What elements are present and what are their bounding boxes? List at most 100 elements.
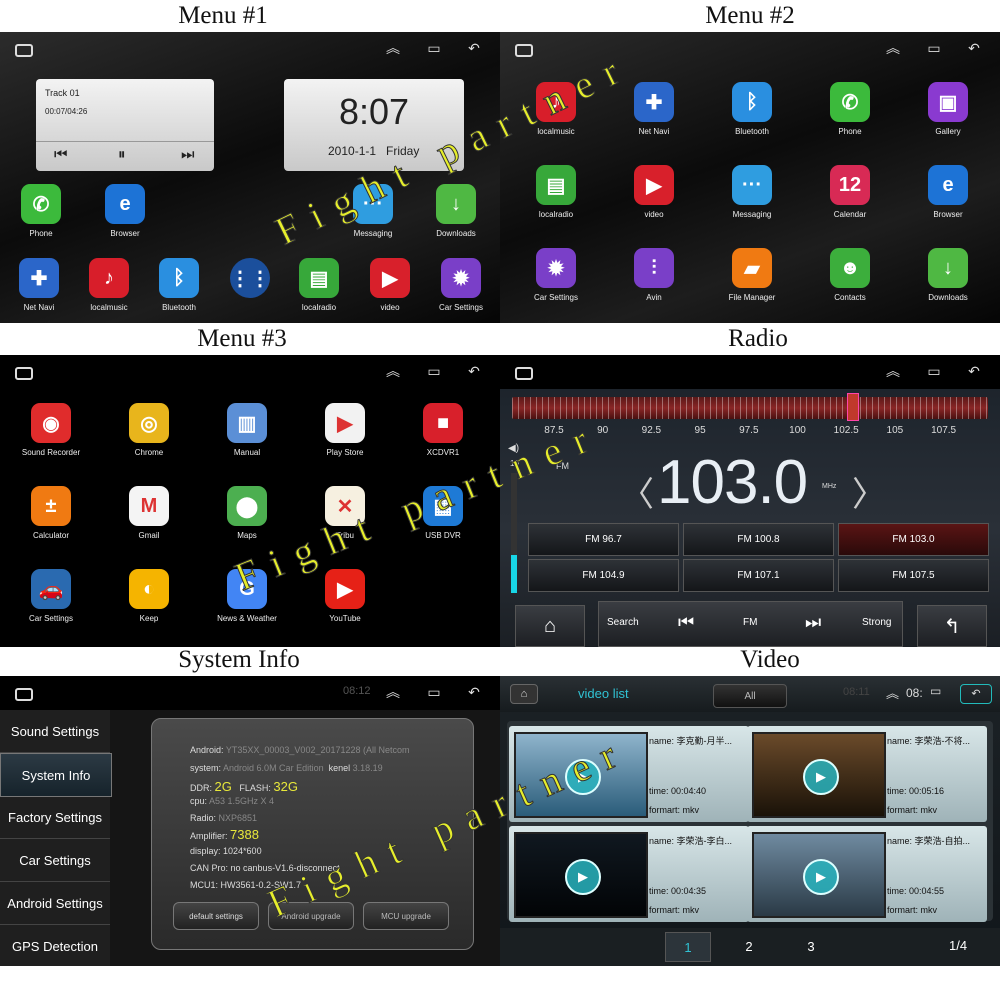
home-outline-icon[interactable] (15, 44, 33, 57)
app-play-store[interactable]: ▶ Play Store (310, 403, 380, 457)
home-outline-icon[interactable] (515, 367, 533, 380)
play-icon[interactable]: ▶ (803, 859, 839, 895)
mcu-upgrade-button[interactable]: MCU upgrade (363, 902, 449, 930)
play-icon[interactable]: ▶ (803, 759, 839, 795)
video-thumbnail[interactable]: ▶ (752, 832, 886, 918)
app-video[interactable]: ▶ video (619, 165, 689, 219)
preset-button[interactable]: FM 103.0 (838, 523, 989, 556)
chevron-up-icon[interactable]: ︽ (384, 40, 402, 56)
back-button[interactable]: ↰ (917, 605, 987, 647)
preset-button[interactable]: FM 100.8 (683, 523, 834, 556)
app-maps[interactable]: ⬤ Maps (212, 486, 282, 540)
app-sound-recorder[interactable]: ◉ Sound Recorder (16, 403, 86, 457)
recent-apps-icon[interactable]: ▭ (425, 40, 443, 56)
preset-button[interactable]: FM 107.1 (683, 559, 834, 592)
app-browser[interactable]: e Browser (90, 184, 160, 238)
default-settings-button[interactable]: default settings (173, 902, 259, 930)
app-localradio[interactable]: ▤ localradio (284, 258, 354, 312)
tuning-marker[interactable] (847, 393, 859, 421)
app-car-settings[interactable]: 🚗 Car Settings (16, 569, 86, 623)
filter-all-button[interactable]: All (713, 684, 787, 708)
app-car-settings[interactable]: ✹ Car Settings (426, 258, 496, 312)
seek-back-icon[interactable]: ⏮ (678, 612, 694, 633)
app-phone[interactable]: ✆ Phone (6, 184, 76, 238)
chevron-up-icon[interactable]: ︽ (384, 363, 402, 379)
app-contacts[interactable]: ☻ Contacts (815, 248, 885, 302)
video-list-item[interactable]: ▶ name: 李荣浩-李白... time: 00:04:35 formart: m… (509, 826, 749, 922)
home-outline-icon[interactable] (15, 367, 33, 380)
pause-icon[interactable]: ⏸ (118, 146, 126, 163)
app-bluetooth[interactable]: ᛒ Bluetooth (717, 82, 787, 136)
menu-item-system-info[interactable]: System Info (0, 753, 112, 797)
menu-item-car-settings[interactable]: Car Settings (0, 839, 110, 882)
app-file-manager[interactable]: ▰ File Manager (717, 248, 787, 302)
next-frequency-icon[interactable]: 〉 (852, 467, 886, 516)
preset-button[interactable]: FM 104.9 (528, 559, 679, 592)
app-xcdvr1[interactable]: ■ XCDVR1 (408, 403, 478, 457)
recent-apps-icon[interactable]: ▭ (925, 363, 943, 379)
menu-item-android-settings[interactable]: Android Settings (0, 882, 110, 925)
next-icon[interactable]: ⏭ (181, 146, 195, 163)
video-thumbnail[interactable]: ▶ (514, 832, 648, 918)
music-widget[interactable]: Track 01 00:07/04:26 ⏮ ⏸ ⏭ (36, 79, 214, 171)
app-manual[interactable]: ▥ Manual (212, 403, 282, 457)
app-localmusic[interactable]: ♪ localmusic (74, 258, 144, 312)
menu-item-factory-settings[interactable]: Factory Settings (0, 796, 110, 839)
app-browser[interactable]: e Browser (913, 165, 983, 219)
chevron-up-icon[interactable]: ︽ (384, 684, 402, 700)
video-list-item[interactable]: ▶ name: 李荣浩-自拍... time: 00:04:55 formart: m… (747, 826, 987, 922)
menu-item-gps-detection[interactable]: GPS Detection (0, 925, 110, 966)
app-video[interactable]: ▶ video (355, 258, 425, 312)
app-car-settings[interactable]: ✹ Car Settings (521, 248, 591, 302)
back-arrow-icon[interactable]: ↶ (465, 363, 483, 379)
page-button[interactable]: 3 (789, 932, 833, 960)
preset-button[interactable]: FM 96.7 (528, 523, 679, 556)
menu-item-sound-settings[interactable]: Sound Settings (0, 710, 110, 753)
back-arrow-icon[interactable]: ↶ (465, 40, 483, 56)
home-button[interactable]: ⌂ (515, 605, 585, 647)
app-downloads[interactable]: ↓ Downloads (421, 184, 491, 238)
app-phone[interactable]: ✆ Phone (815, 82, 885, 136)
strong-button[interactable]: Strong (862, 617, 891, 628)
app-messaging[interactable]: ··· Messaging (717, 165, 787, 219)
app-keep[interactable]: ◐ Keep (114, 569, 184, 623)
recent-apps-icon[interactable]: ▭ (930, 684, 941, 698)
seek-forward-icon[interactable]: ⏭ (805, 612, 821, 633)
home-outline-icon[interactable] (515, 44, 533, 57)
chevron-up-icon[interactable]: ︽ (884, 363, 902, 379)
back-arrow-icon[interactable]: ↶ (960, 684, 992, 704)
app-calculator[interactable]: ± Calculator (16, 486, 86, 540)
app-net-navi[interactable]: ✚ Net Navi (619, 82, 689, 136)
recent-apps-icon[interactable]: ▭ (925, 40, 943, 56)
video-list-item[interactable]: ▶ name: 李荣浩-不将... time: 00:05:16 formart: m… (747, 726, 987, 822)
prev-frequency-icon[interactable]: 〈 (620, 467, 654, 516)
chevron-up-icon[interactable]: ︽ (884, 40, 902, 56)
app-all-apps[interactable]: ⋮⋮ (215, 258, 285, 298)
recent-apps-icon[interactable]: ▭ (425, 684, 443, 700)
app-downloads[interactable]: ↓ Downloads (913, 248, 983, 302)
recent-apps-icon[interactable]: ▭ (425, 363, 443, 379)
app-avin[interactable]: ⫶ Avin (619, 248, 689, 302)
app-youtube[interactable]: ▶ YouTube (310, 569, 380, 623)
preset-button[interactable]: FM 107.5 (838, 559, 989, 592)
search-button[interactable]: Search (607, 617, 639, 628)
chevron-up-icon[interactable]: ︽ (886, 683, 899, 702)
home-outline-icon[interactable]: ⌂ (510, 684, 538, 704)
page-button[interactable]: 2 (727, 932, 771, 960)
back-arrow-icon[interactable]: ↶ (465, 684, 483, 700)
app-calendar[interactable]: 12 Calendar (815, 165, 885, 219)
band-button[interactable]: FM (743, 617, 757, 628)
video-thumbnail[interactable]: ▶ (752, 732, 886, 818)
back-arrow-icon[interactable]: ↶ (965, 40, 983, 56)
app-net-navi[interactable]: ✚ Net Navi (4, 258, 74, 312)
back-arrow-icon[interactable]: ↶ (965, 363, 983, 379)
previous-icon[interactable]: ⏮ (54, 146, 68, 163)
app-localradio[interactable]: ▤ localradio (521, 165, 591, 219)
app-bluetooth[interactable]: ᛒ Bluetooth (144, 258, 214, 312)
home-outline-icon[interactable] (15, 688, 33, 701)
page-button[interactable]: 1 (665, 932, 711, 962)
app-chrome[interactable]: ◎ Chrome (114, 403, 184, 457)
app-gallery[interactable]: ▣ Gallery (913, 82, 983, 136)
play-icon[interactable]: ▶ (565, 859, 601, 895)
app-gmail[interactable]: M Gmail (114, 486, 184, 540)
